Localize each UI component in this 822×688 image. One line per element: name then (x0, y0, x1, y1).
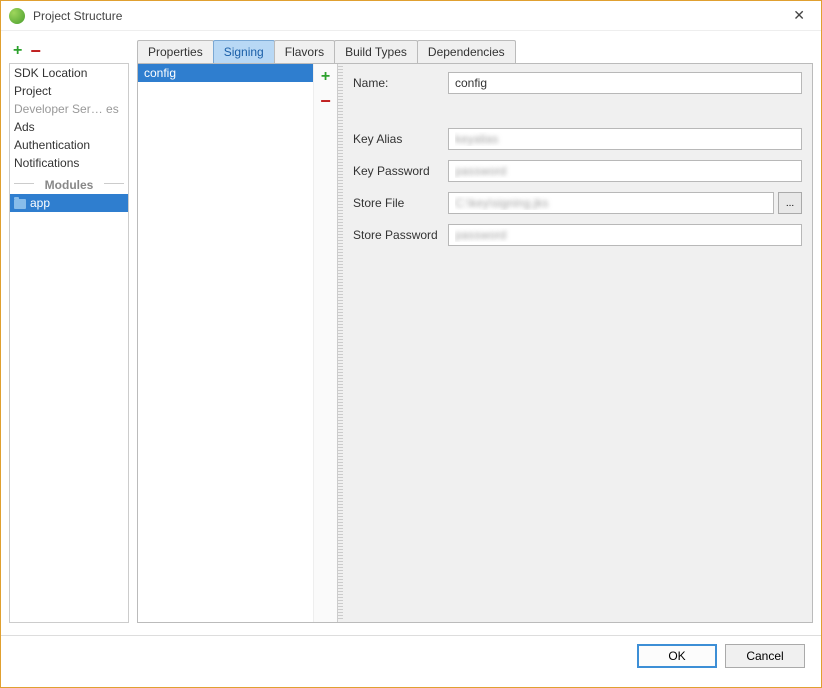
label-store-password: Store Password (353, 228, 448, 242)
label-name: Name: (353, 76, 448, 90)
sidebar-item-notifications[interactable]: Notifications (10, 154, 128, 172)
row-key-alias: Key Alias (353, 128, 802, 150)
sidebar-item-developer-ser-es[interactable]: Developer Ser… es (10, 100, 128, 118)
tab-build-types[interactable]: Build Types (334, 40, 418, 63)
sidebar-item-label: app (30, 196, 50, 210)
config-list-buttons: + − (313, 64, 337, 622)
sidebar-header-modules: Modules (10, 172, 128, 194)
browse-store-file-button[interactable]: ... (778, 192, 802, 214)
remove-module-button[interactable]: − (30, 42, 41, 60)
tabs: PropertiesSigningFlavorsBuild TypesDepen… (137, 39, 813, 63)
sidebar-item-project[interactable]: Project (10, 82, 128, 100)
tab-signing[interactable]: Signing (213, 40, 275, 63)
cancel-button[interactable]: Cancel (725, 644, 805, 668)
sidebar-item-ads[interactable]: Ads (10, 118, 128, 136)
tab-flavors[interactable]: Flavors (274, 40, 335, 63)
window-title: Project Structure (33, 9, 785, 23)
row-store-password: Store Password (353, 224, 802, 246)
sidebar-item-app[interactable]: app (10, 194, 128, 212)
sidebar-item-authentication[interactable]: Authentication (10, 136, 128, 154)
add-module-button[interactable]: + (13, 42, 22, 60)
sidebar-list: SDK Location Project Developer Ser… es Ads A… (9, 63, 129, 623)
right-panel: PropertiesSigningFlavorsBuild TypesDepen… (137, 39, 813, 623)
sidebar-item-label: SDK Location (14, 66, 87, 80)
input-store-password[interactable] (448, 224, 802, 246)
input-store-file[interactable] (448, 192, 774, 214)
footer: OK Cancel (1, 635, 821, 675)
input-key-alias[interactable] (448, 128, 802, 150)
row-key-password: Key Password (353, 160, 802, 182)
sidebar-toolbar: + − (9, 39, 129, 63)
row-name: Name: (353, 72, 802, 94)
config-list-panel: config + − (138, 64, 338, 622)
input-name[interactable] (448, 72, 802, 94)
sidebar-item-label: Modules (45, 178, 94, 192)
label-store-file: Store File (353, 196, 448, 210)
tab-properties[interactable]: Properties (137, 40, 214, 63)
folder-icon (14, 199, 26, 209)
config-item-config[interactable]: config (138, 64, 313, 82)
sidebar-item-sdk-location[interactable]: SDK Location (10, 64, 128, 82)
add-config-button[interactable]: + (321, 68, 330, 86)
row-store-file: Store File ... (353, 192, 802, 214)
sidebar-item-label: Ads (14, 120, 35, 134)
sidebar-item-label: Project (14, 84, 51, 98)
config-list: config (138, 64, 313, 622)
app-icon (9, 8, 25, 24)
label-key-password: Key Password (353, 164, 448, 178)
sidebar-item-label: Authentication (14, 138, 90, 152)
close-button[interactable]: ✕ (785, 3, 813, 28)
sidebar-item-label: Developer Ser… es (14, 102, 119, 116)
sidebar-item-label: Notifications (14, 156, 79, 170)
content-area: config + − Name: Key Alias Key Pass (137, 63, 813, 623)
titlebar: Project Structure ✕ (1, 1, 821, 31)
sidebar: + − SDK Location Project Developer Ser… es… (9, 39, 129, 623)
tab-dependencies[interactable]: Dependencies (417, 40, 516, 63)
input-key-password[interactable] (448, 160, 802, 182)
main-area: + − SDK Location Project Developer Ser… es… (1, 31, 821, 631)
remove-config-button[interactable]: − (320, 92, 331, 110)
ok-button[interactable]: OK (637, 644, 717, 668)
form-panel: Name: Key Alias Key Password Store File … (343, 64, 812, 622)
label-key-alias: Key Alias (353, 132, 448, 146)
